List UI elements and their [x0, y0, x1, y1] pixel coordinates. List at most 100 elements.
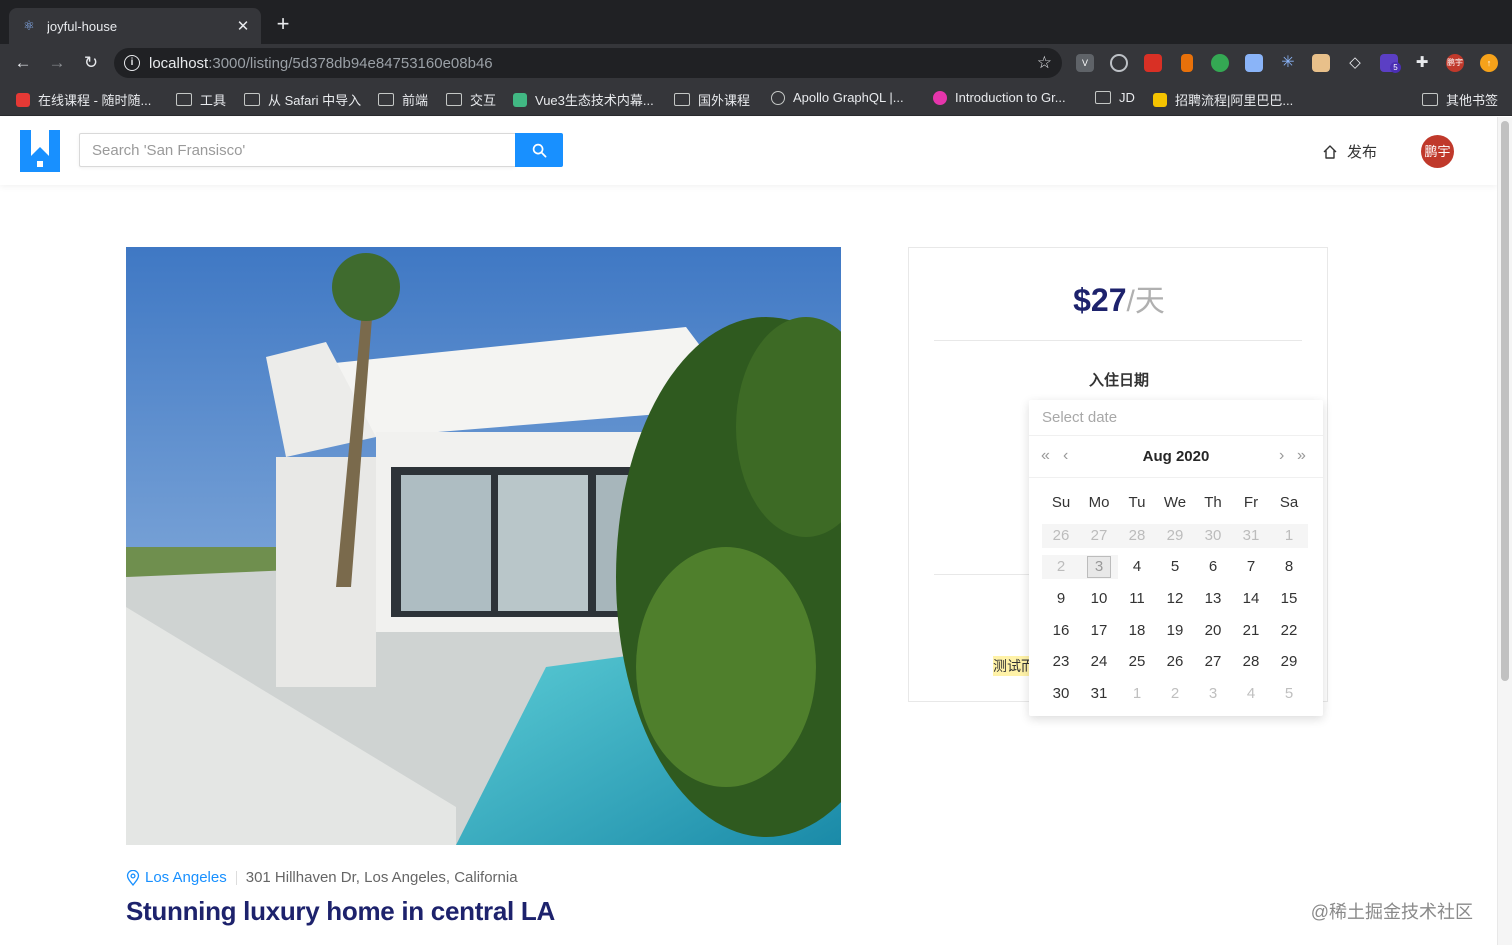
divider [235, 870, 237, 885]
date-picker-header: « ‹ Aug 2020 › » [1029, 436, 1323, 478]
date-cell[interactable]: 5 [1156, 555, 1194, 579]
bookmark-item[interactable]: Vue3生态技术内幕... [513, 90, 654, 109]
extension-face-icon[interactable] [1312, 54, 1330, 72]
folder-icon [378, 93, 394, 106]
listing-city-link[interactable]: Los Angeles [145, 869, 227, 886]
date-cell[interactable]: 1 [1118, 682, 1156, 706]
date-cell[interactable]: 21 [1232, 619, 1270, 643]
bookmark-folder[interactable]: 交互 [446, 90, 496, 109]
url-text[interactable]: localhost:3000/listing/5d378db94e8475316… [149, 55, 493, 72]
extension-target-icon[interactable] [1110, 54, 1128, 72]
date-cell: 1 [1270, 523, 1308, 548]
browser-tab[interactable]: ⚛ joyful-house ✕ [9, 8, 261, 44]
date-cell[interactable]: 26 [1156, 650, 1194, 674]
extension-orange-icon[interactable] [1181, 54, 1193, 72]
date-input[interactable]: Select date [1029, 400, 1323, 436]
date-cell[interactable]: 9 [1042, 587, 1080, 611]
listing-address: 301 Hillhaven Dr, Los Angeles, Californi… [245, 869, 518, 886]
extension-badge-icon[interactable]: 5 [1380, 54, 1401, 73]
listing-title: Stunning luxury home in central LA [126, 896, 555, 926]
calendar-week: 16 17 18 19 20 21 22 [1042, 615, 1308, 647]
host-link[interactable]: 发布 [1322, 141, 1377, 162]
logo-icon[interactable] [20, 130, 60, 172]
forward-icon[interactable]: → [46, 52, 68, 74]
date-cell[interactable]: 8 [1270, 555, 1308, 579]
weekday-label: Th [1204, 494, 1222, 511]
bookmarks-bar: 在线课程 - 随时随... 工具 从 Safari 中导入 前端 交互 Vue3… [0, 81, 1512, 116]
date-cell[interactable]: 15 [1270, 587, 1308, 611]
date-cell[interactable]: 20 [1194, 619, 1232, 643]
date-cell[interactable]: 2 [1156, 682, 1194, 706]
date-cell[interactable]: 22 [1270, 619, 1308, 643]
profile-icon[interactable]: 鹏宇 [1446, 54, 1464, 72]
bookmark-item[interactable]: 在线课程 - 随时随... [16, 90, 151, 109]
date-cell[interactable]: 7 [1232, 555, 1270, 579]
extension-window-icon[interactable] [1245, 54, 1263, 72]
bookmark-folder[interactable]: 从 Safari 中导入 [244, 90, 361, 109]
bookmark-favicon [16, 92, 30, 107]
folder-icon [446, 93, 462, 106]
date-cell[interactable]: 19 [1156, 619, 1194, 643]
search-button[interactable] [515, 133, 563, 167]
bookmark-item[interactable]: Introduction to Gr... [933, 90, 1066, 105]
app-header: 发布 鹏宇 [0, 117, 1497, 185]
date-cell[interactable]: 17 [1080, 619, 1118, 643]
date-cell[interactable]: 4 [1118, 555, 1156, 579]
bookmark-folder[interactable]: 工具 [176, 90, 226, 109]
date-cell: 29 [1156, 523, 1194, 548]
bookmark-folder[interactable]: 前端 [378, 90, 428, 109]
date-cell: 31 [1232, 523, 1270, 548]
date-cell[interactable]: 23 [1042, 650, 1080, 674]
extension-diamond-icon[interactable]: ◇ [1346, 54, 1364, 72]
date-cell[interactable]: 3 [1194, 682, 1232, 706]
update-icon[interactable]: ↑ [1480, 54, 1498, 72]
bookmark-item[interactable]: 招聘流程|阿里巴巴... [1153, 90, 1293, 109]
bookmark-star-icon[interactable]: ☆ [1037, 53, 1052, 73]
search-input[interactable] [79, 133, 515, 167]
extension-snowflake-icon[interactable]: ✳ [1279, 54, 1297, 72]
date-cell[interactable]: 30 [1042, 682, 1080, 706]
bookmark-folder[interactable]: JD [1095, 90, 1135, 105]
listing-image [126, 247, 841, 845]
date-cell: 27 [1080, 523, 1118, 548]
date-cell[interactable]: 14 [1232, 587, 1270, 611]
date-cell: 2 [1042, 555, 1080, 580]
new-tab-icon[interactable]: + [272, 13, 294, 35]
date-cell[interactable]: 28 [1232, 650, 1270, 674]
page-scrollbar[interactable] [1497, 117, 1512, 945]
reload-icon[interactable]: ↻ [80, 52, 102, 74]
next-month-icon[interactable]: › [1279, 447, 1284, 465]
weekday-label: Su [1051, 494, 1071, 511]
date-cell[interactable]: 29 [1270, 650, 1308, 674]
date-cell[interactable]: 13 [1194, 587, 1232, 611]
scrollbar-thumb[interactable] [1501, 121, 1509, 681]
bookmark-folder[interactable]: 国外课程 [674, 90, 750, 109]
date-cell[interactable]: 10 [1080, 587, 1118, 611]
date-cell[interactable]: 18 [1118, 619, 1156, 643]
weekday-label: Fr [1243, 494, 1259, 511]
date-cell[interactable]: 4 [1232, 682, 1270, 706]
date-cell[interactable]: 31 [1080, 682, 1118, 706]
date-cell[interactable]: 11 [1118, 587, 1156, 611]
folder-icon [1422, 93, 1438, 106]
date-cell[interactable]: 6 [1194, 555, 1232, 579]
date-cell[interactable]: 12 [1156, 587, 1194, 611]
bookmark-item[interactable]: Apollo GraphQL |... [771, 90, 904, 105]
extensions-puzzle-icon[interactable]: ✚ [1413, 54, 1431, 72]
site-info-icon[interactable]: i [124, 55, 140, 71]
date-cell[interactable]: 24 [1080, 650, 1118, 674]
extension-red-icon[interactable] [1144, 54, 1162, 72]
address-bar[interactable]: i localhost:3000/listing/5d378db94e84753… [114, 48, 1062, 78]
avatar[interactable]: 鹏宇 [1421, 135, 1454, 168]
date-cell[interactable]: 5 [1270, 682, 1308, 706]
extension-vue-icon[interactable]: V [1076, 54, 1094, 72]
next-year-icon[interactable]: » [1297, 447, 1306, 465]
date-cell[interactable]: 27 [1194, 650, 1232, 674]
date-cell[interactable]: 16 [1042, 619, 1080, 643]
bookmark-folder[interactable]: 其他书签 [1422, 90, 1498, 109]
date-cell[interactable]: 25 [1118, 650, 1156, 674]
location-pin-icon [126, 869, 140, 886]
extension-evernote-icon[interactable] [1211, 54, 1229, 72]
back-icon[interactable]: ← [12, 52, 34, 74]
close-tab-icon[interactable]: ✕ [235, 17, 251, 35]
